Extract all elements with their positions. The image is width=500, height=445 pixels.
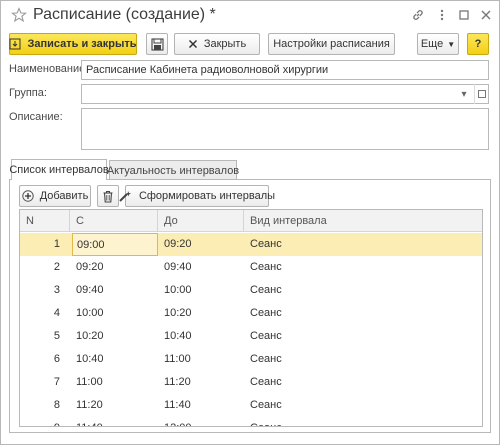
row-number: 2 — [53, 261, 60, 273]
help-label: ? — [474, 38, 482, 50]
row-to[interactable]: 10:00 — [160, 279, 244, 302]
row-to[interactable]: 09:20 — [160, 233, 244, 256]
row-to[interactable]: 11:00 — [160, 348, 244, 371]
table-row[interactable]: 2 09:20 09:40 Сеанс — [20, 256, 482, 279]
row-number: 4 — [53, 307, 60, 319]
row-to[interactable]: 11:40 — [160, 394, 244, 417]
form-window: Расписание (создание) * Записать и закры… — [0, 0, 500, 445]
tab-interval-relevance[interactable]: Актуальность интервалов — [106, 160, 240, 180]
close-button-label: Закрыть — [203, 38, 247, 50]
schedule-settings-button[interactable]: Настройки расписания — [268, 33, 395, 55]
tab-interval-list-label: Список интервалов — [9, 164, 109, 176]
row-number: 5 — [53, 330, 60, 342]
maximize-icon[interactable] — [457, 8, 471, 22]
row-number: 6 — [53, 353, 60, 365]
favorite-star-icon[interactable] — [11, 7, 27, 23]
table-row[interactable]: 1 09:00 09:20 Сеанс — [20, 233, 482, 256]
window-title: Расписание (создание) * — [33, 6, 216, 23]
add-label: Добавить — [39, 190, 89, 202]
column-interval-kind[interactable]: Вид интервала — [244, 210, 482, 232]
trash-icon — [103, 190, 113, 203]
tab-interval-relevance-label: Актуальность интервалов — [106, 164, 240, 177]
close-icon[interactable] — [479, 8, 493, 22]
row-kind[interactable]: Сеанс — [246, 233, 476, 256]
generate-intervals-label: Сформировать интервалы — [138, 190, 276, 202]
row-kind[interactable]: Сеанс — [246, 417, 476, 426]
row-to[interactable]: 12:00 — [160, 417, 244, 426]
row-from[interactable]: 10:40 — [72, 348, 158, 371]
row-kind[interactable]: Сеанс — [246, 371, 476, 394]
group-dropdown-icon[interactable]: ▾ — [457, 84, 471, 104]
help-button[interactable]: ? — [467, 33, 489, 55]
more-button[interactable]: Еще ▼ — [417, 33, 459, 55]
row-kind[interactable]: Сеанс — [246, 394, 476, 417]
row-from[interactable]: 09:00 — [72, 233, 158, 256]
table-row[interactable]: 3 09:40 10:00 Сеанс — [20, 279, 482, 302]
row-from[interactable]: 10:20 — [72, 325, 158, 348]
schedule-settings-label: Настройки расписания — [273, 38, 390, 50]
group-open-icon[interactable] — [474, 84, 488, 104]
group-input[interactable] — [81, 84, 489, 104]
row-kind[interactable]: Сеанс — [246, 256, 476, 279]
row-number: 8 — [53, 399, 60, 411]
magic-wand-icon — [119, 190, 133, 202]
description-textarea[interactable] — [81, 108, 489, 150]
column-n[interactable]: N — [20, 210, 70, 232]
intervals-table: N С До Вид интервала 1 09:00 09:20 Сеанс… — [19, 209, 483, 427]
chevron-down-icon: ▼ — [447, 39, 456, 49]
group-label: Группа: — [9, 87, 47, 99]
tab-interval-list[interactable]: Список интервалов — [9, 159, 109, 180]
row-from[interactable]: 11:00 — [72, 371, 158, 394]
save-and-close-label: Записать и закрыть — [27, 38, 137, 50]
more-actions-icon[interactable] — [435, 8, 449, 22]
table-header: N С До Вид интервала — [20, 210, 482, 232]
row-number: 7 — [53, 376, 60, 388]
row-kind[interactable]: Сеанс — [246, 279, 476, 302]
table-row[interactable]: 5 10:20 10:40 Сеанс — [20, 325, 482, 348]
table-row[interactable]: 4 10:00 10:20 Сеанс — [20, 302, 482, 325]
save-and-close-button[interactable]: Записать и закрыть — [9, 33, 137, 55]
save-button[interactable] — [146, 33, 168, 55]
row-kind[interactable]: Сеанс — [246, 348, 476, 371]
row-to[interactable]: 11:20 — [160, 371, 244, 394]
table-row[interactable]: 8 11:20 11:40 Сеанс — [20, 394, 482, 417]
add-plus-icon — [21, 190, 34, 202]
description-label: Описание: — [9, 111, 63, 123]
row-to[interactable]: 10:20 — [160, 302, 244, 325]
save-arrow-icon — [9, 38, 21, 50]
name-input[interactable]: Расписание Кабинета радиоволновой хирург… — [81, 60, 489, 80]
row-kind[interactable]: Сеанс — [246, 302, 476, 325]
row-from[interactable]: 11:40 — [72, 417, 158, 426]
add-button[interactable]: Добавить — [19, 185, 91, 207]
table-row[interactable]: 9 11:40 12:00 Сеанс — [20, 417, 482, 426]
row-number: 1 — [53, 238, 60, 250]
more-label: Еще — [420, 38, 444, 50]
row-number: 3 — [53, 284, 60, 296]
floppy-disk-icon — [150, 37, 164, 51]
row-from[interactable]: 09:20 — [72, 256, 158, 279]
row-from[interactable]: 11:20 — [72, 394, 158, 417]
row-to[interactable]: 10:40 — [160, 325, 244, 348]
close-x-icon — [188, 39, 198, 49]
table-row[interactable]: 7 11:00 11:20 Сеанс — [20, 371, 482, 394]
column-from[interactable]: С — [70, 210, 158, 232]
row-from[interactable]: 10:00 — [72, 302, 158, 325]
delete-button[interactable] — [97, 185, 119, 207]
name-label: Наименование: — [9, 63, 89, 75]
column-to[interactable]: До — [158, 210, 244, 232]
link-icon[interactable] — [411, 8, 425, 22]
row-kind[interactable]: Сеанс — [246, 325, 476, 348]
row-to[interactable]: 09:40 — [160, 256, 244, 279]
row-from[interactable]: 09:40 — [72, 279, 158, 302]
row-number: 9 — [20, 417, 64, 426]
generate-intervals-button[interactable]: Сформировать интервалы — [119, 185, 275, 207]
close-button[interactable]: Закрыть — [174, 33, 260, 55]
table-row[interactable]: 6 10:40 11:00 Сеанс — [20, 348, 482, 371]
title-bar: Расписание (создание) * — [1, 1, 499, 31]
